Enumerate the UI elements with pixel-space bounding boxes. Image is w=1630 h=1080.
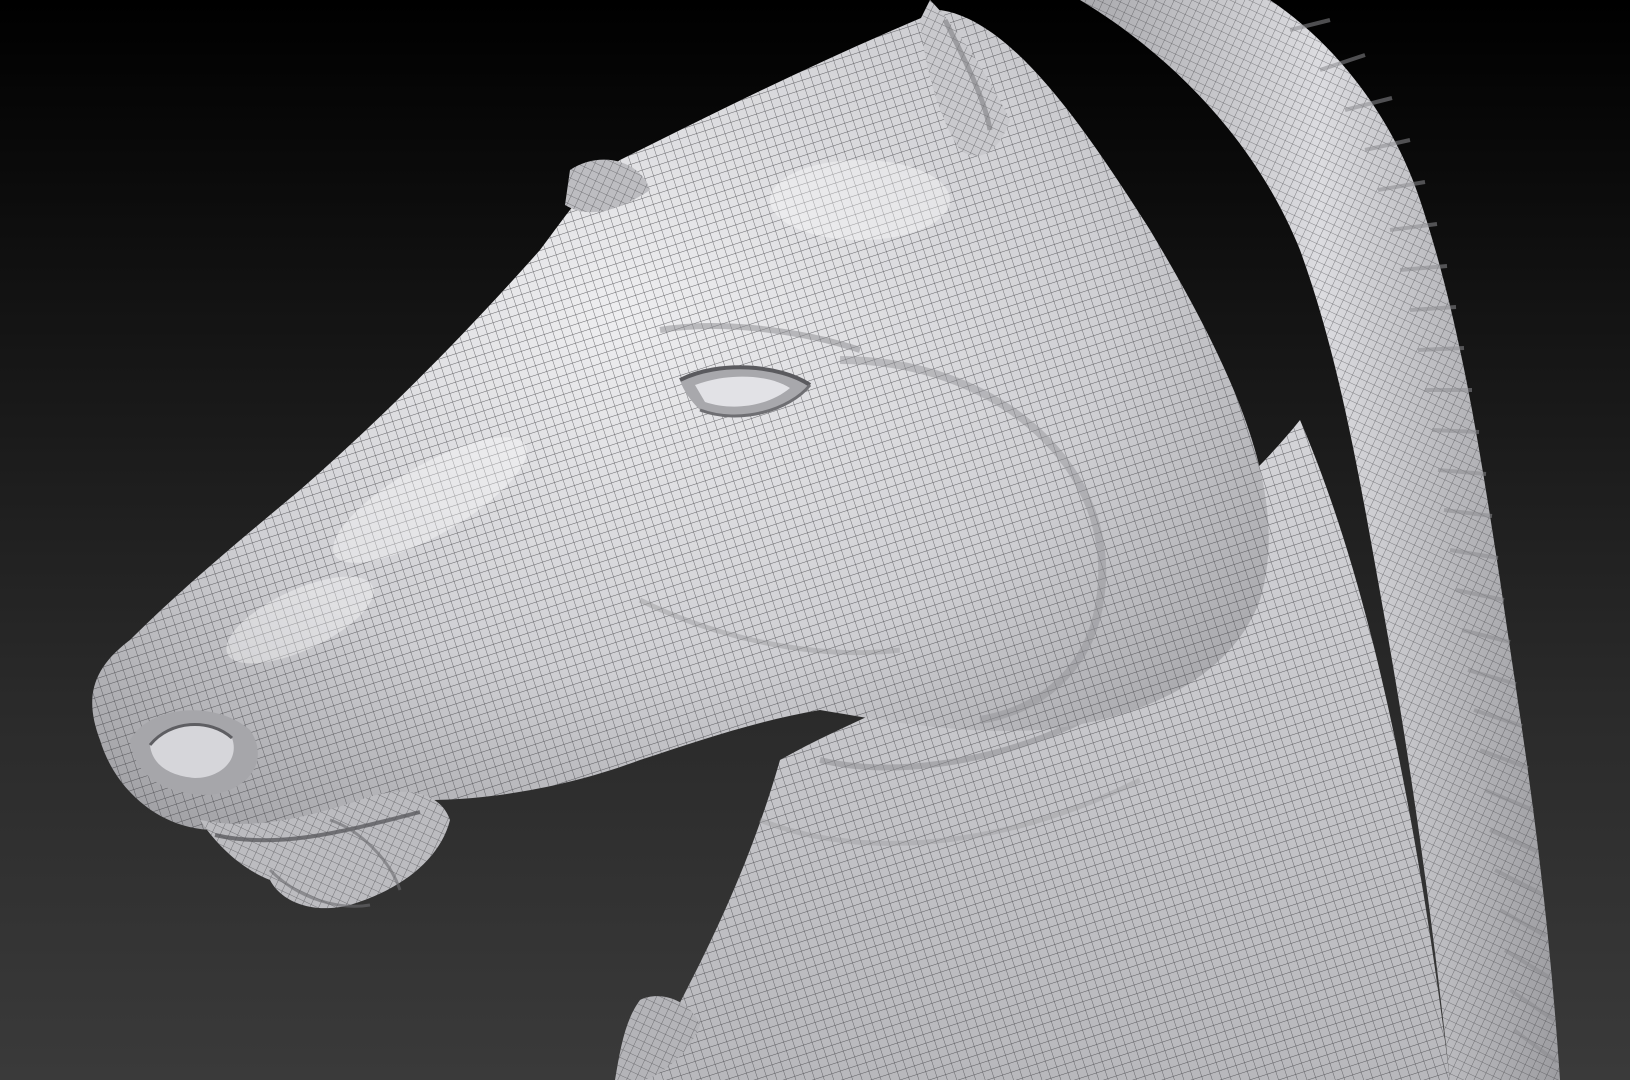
sculpt-canvas[interactable] bbox=[0, 0, 1630, 1080]
3d-viewport[interactable] bbox=[0, 0, 1630, 1080]
